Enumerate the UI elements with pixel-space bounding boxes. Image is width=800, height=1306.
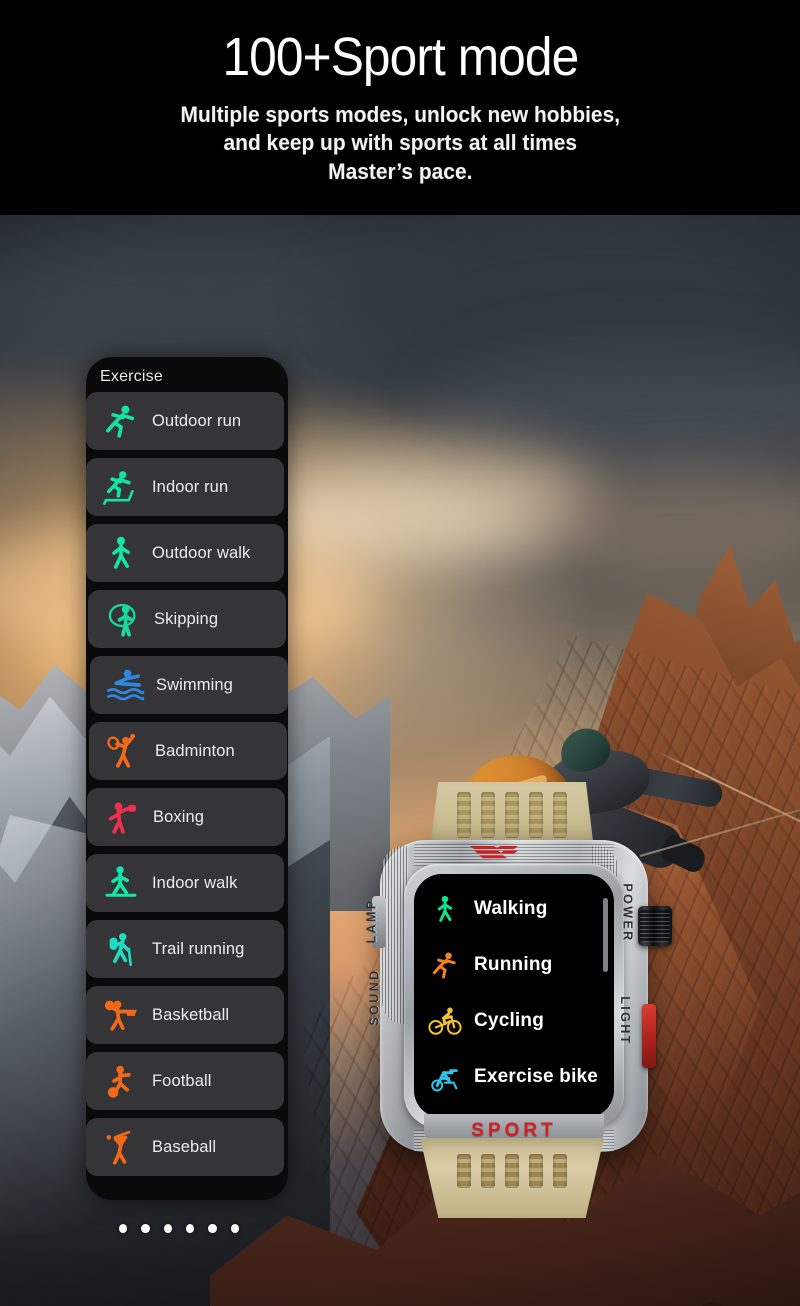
pagination-dot[interactable] [141,1223,150,1233]
outdoor-run-icon [100,400,142,442]
indoor-walk-icon [100,862,142,904]
outdoor-walk-icon [100,532,142,574]
outdoor-walk-icon [112,536,130,569]
watch-screen-item-label: Walking [474,898,548,919]
exercise-list-item[interactable]: Indoor run [86,458,284,516]
subtitle-line-1: Multiple sports modes, unlock new hobbie… [180,102,620,127]
power-side-label: POWER [620,883,635,943]
exercise-item-label: Outdoor walk [152,543,251,562]
pagination-dot[interactable] [163,1223,172,1233]
swimming-icon [104,664,146,706]
pagination-dots[interactable] [119,1222,239,1234]
sport-mode-promo-page: 100+Sport mode Multiple sports modes, un… [0,0,800,1306]
walking-icon [428,892,462,926]
exercise-list-item[interactable]: Badminton [89,722,287,780]
running-icon [428,948,462,982]
sound-side-label: SOUND [367,968,382,1026]
pagination-dot[interactable] [185,1223,195,1233]
watch-screen-item-label: Exercise bike [474,1066,599,1087]
exercise-list-item[interactable]: Boxing [87,788,285,846]
exercise-list-item[interactable]: Skipping [88,590,286,648]
watch-screen-item[interactable]: Exercise bike [422,1052,612,1102]
pagination-dot[interactable] [230,1223,239,1233]
exercise-item-label: Basketball [152,1005,230,1024]
exercise-panel-title: Exercise [100,368,163,385]
football-icon [107,1065,131,1098]
exercise-bike-icon [428,1060,462,1094]
exercise-list-item[interactable]: Outdoor walk [86,524,284,582]
exercise-list-item[interactable]: Outdoor run [86,392,284,450]
watch-band-bottom-texture [448,1154,576,1188]
lamp-side-label: LAMP [364,898,379,944]
exercise-list-item[interactable]: Basketball [86,986,284,1044]
pagination-dot[interactable] [119,1223,128,1233]
subtitle-line-2: and keep up with sports at all times [223,130,577,156]
exercise-list-item[interactable]: Football [86,1052,284,1110]
exercise-list-item[interactable]: Indoor walk [86,854,284,912]
indoor-run-icon [100,466,142,508]
trail-running-icon [109,933,132,967]
baseball-icon [106,1130,131,1165]
exercise-item-label: Skipping [154,609,219,628]
watch-band-top-texture [448,792,576,838]
exercise-bike-icon [431,1069,458,1092]
page-title: 100+Sport mode [222,27,579,87]
exercise-item-label: Football [152,1071,212,1090]
badminton-icon [107,733,136,768]
power-crown-button[interactable] [638,906,672,946]
running-icon [432,952,456,979]
indoor-run-icon [103,471,134,505]
watch-screen-item[interactable]: Cycling [422,996,612,1046]
football-icon [100,1060,142,1102]
exercise-item-label: Outdoor run [152,411,242,430]
exercise-list-item[interactable]: Swimming [90,656,288,714]
trail-running-icon [100,928,142,970]
watch-screen-item[interactable]: Walking [422,884,612,934]
pagination-dot[interactable] [208,1223,217,1233]
exercise-item-label: Boxing [153,807,205,826]
watch-screen-item-label: Cycling [474,1010,545,1031]
subtitle-line-3: Master’s pace. [327,158,473,184]
header-banner: 100+Sport mode Multiple sports modes, un… [0,0,800,215]
page-subtitle: Multiple sports modes, unlock new hobbie… [180,101,619,186]
indoor-walk-icon [105,866,137,897]
exercise-list-item[interactable]: Baseball [86,1118,284,1176]
outdoor-run-icon [106,405,135,438]
skipping-icon [108,603,136,637]
brand-wing-logo [468,844,520,860]
swimming-icon [106,669,145,701]
exercise-item-label: Indoor run [152,477,229,496]
cycling-icon [428,1004,462,1038]
exercise-list-item[interactable]: Trail running [86,920,284,978]
smartwatch: Walking Running Cycling Exercise bike LAMP … [352,778,676,1218]
basketball-icon [100,994,142,1036]
exercise-item-label: Badminton [155,741,235,760]
exercise-item-label: Baseball [152,1137,217,1156]
skipping-icon [102,598,144,640]
watch-screen[interactable]: Walking Running Cycling Exercise bike [414,874,614,1118]
badminton-icon [103,730,145,772]
boxing-icon [101,796,143,838]
light-button[interactable] [642,1004,656,1068]
light-side-label: LIGHT [617,996,632,1046]
exercise-list[interactable]: Outdoor run Indoor run Outdoor walk Skippin… [86,392,288,1184]
walking-icon [437,895,453,922]
exercise-item-label: Indoor walk [152,873,238,892]
watch-screen-item[interactable]: Running [422,940,612,990]
cycling-icon [428,1007,462,1035]
exercise-item-label: Trail running [152,939,245,958]
basketball-icon [104,1000,137,1031]
watch-screen-item-label: Running [474,954,553,975]
baseball-icon [100,1126,142,1168]
boxing-icon [108,802,136,834]
exercise-item-label: Swimming [156,675,233,694]
exercise-list-panel: Exercise Outdoor run Indoor run Outdoor wa… [86,357,288,1200]
